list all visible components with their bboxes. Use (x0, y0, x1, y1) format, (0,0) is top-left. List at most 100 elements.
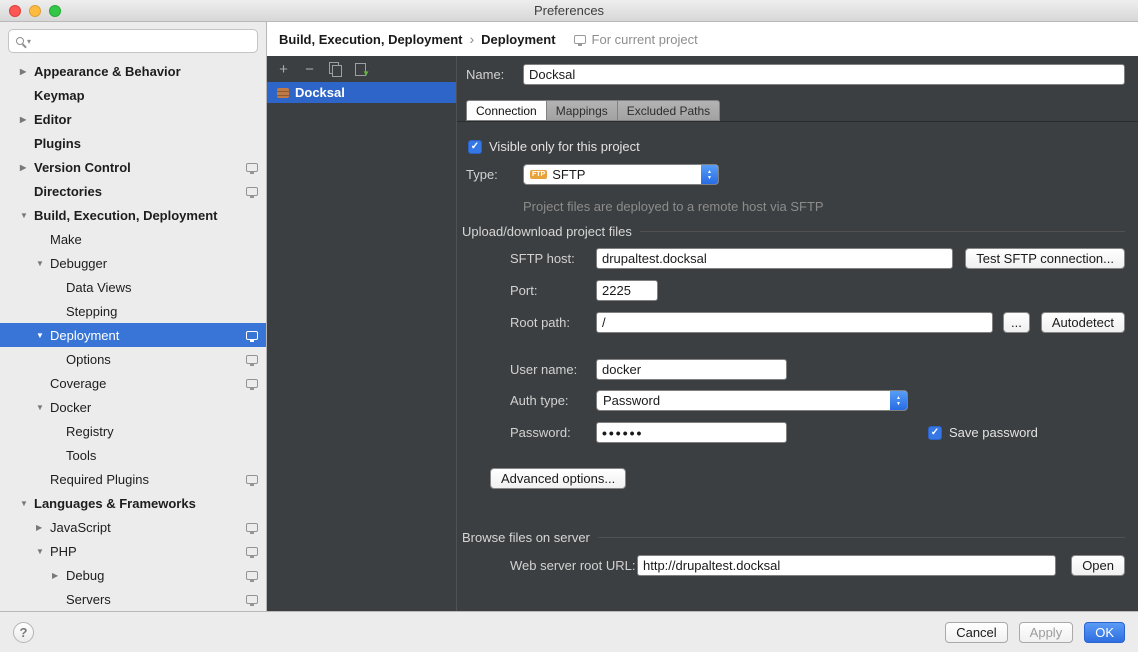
sidebar-item-label: PHP (50, 544, 77, 559)
sidebar-item-directories[interactable]: Directories (0, 179, 266, 203)
advanced-options-button[interactable]: Advanced options... (490, 468, 626, 489)
sidebar-item-keymap[interactable]: Keymap (0, 83, 266, 107)
sidebar-item-editor[interactable]: ▶Editor (0, 107, 266, 131)
preferences-window: Preferences ▾ ▶Appearance & BehaviorKeym… (0, 0, 1138, 652)
sidebar-item-docker[interactable]: ▼Docker (0, 395, 266, 419)
autodetect-button[interactable]: Autodetect (1041, 312, 1125, 333)
sidebar-item-label: JavaScript (50, 520, 111, 535)
tab-excluded-paths[interactable]: Excluded Paths (617, 100, 720, 121)
help-button[interactable]: ? (13, 622, 34, 643)
port-input[interactable] (596, 280, 658, 301)
port-label: Port: (510, 283, 596, 298)
chevron-right-icon[interactable]: ▶ (52, 571, 66, 580)
current-project-icon (246, 331, 258, 340)
chevron-down-icon[interactable]: ▼ (36, 403, 50, 412)
footer-buttons: Cancel Apply OK (945, 622, 1125, 643)
upload-section-header: Upload/download project files (462, 222, 1125, 240)
sidebar-item-build-execution-deployment[interactable]: ▼Build, Execution, Deployment (0, 203, 266, 227)
add-icon[interactable]: + (277, 62, 290, 77)
sidebar-item-label: Keymap (34, 88, 85, 103)
web-root-input[interactable] (637, 555, 1056, 576)
sidebar-item-version-control[interactable]: ▶Version Control (0, 155, 266, 179)
remove-icon[interactable]: − (303, 62, 316, 77)
search-input[interactable] (34, 34, 250, 49)
deployment-server-icon (277, 88, 289, 98)
chevron-right-icon[interactable]: ▶ (20, 67, 34, 76)
combo-arrows-icon: ▲▼ (701, 164, 718, 185)
ok-button[interactable]: OK (1084, 622, 1125, 643)
sidebar-item-label: Appearance & Behavior (34, 64, 181, 79)
sidebar-item-servers[interactable]: Servers (0, 587, 266, 611)
user-name-input[interactable] (596, 359, 787, 380)
auth-type-label: Auth type: (510, 393, 596, 408)
sidebar-item-label: Directories (34, 184, 102, 199)
sftp-icon: FTP (530, 170, 547, 179)
sidebar-item-appearance-behavior[interactable]: ▶Appearance & Behavior (0, 59, 266, 83)
chevron-right-icon[interactable]: ▶ (20, 163, 34, 172)
sidebar-item-options[interactable]: Options (0, 347, 266, 371)
browse-root-path-button[interactable]: ... (1003, 312, 1030, 333)
window-title: Preferences (534, 3, 604, 18)
sidebar-item-stepping[interactable]: Stepping (0, 299, 266, 323)
tab-mappings[interactable]: Mappings (546, 100, 618, 121)
open-url-button[interactable]: Open (1071, 555, 1125, 576)
deployment-config-panel: Name: ConnectionMappingsExcluded Paths ✓… (457, 56, 1138, 611)
sidebar-item-languages-frameworks[interactable]: ▼Languages & Frameworks (0, 491, 266, 515)
sidebar-item-registry[interactable]: Registry (0, 419, 266, 443)
chevron-right-icon[interactable]: ▶ (36, 523, 50, 532)
cancel-button[interactable]: Cancel (945, 622, 1007, 643)
current-project-icon (246, 595, 258, 604)
chevron-right-icon[interactable]: ▶ (20, 115, 34, 124)
sidebar-item-required-plugins[interactable]: Required Plugins (0, 467, 266, 491)
titlebar: Preferences (0, 0, 1138, 22)
apply-button[interactable]: Apply (1019, 622, 1074, 643)
sidebar-item-label: Required Plugins (50, 472, 149, 487)
sidebar-item-deployment[interactable]: ▼Deployment (0, 323, 266, 347)
current-project-icon (246, 523, 258, 532)
password-row: Password: ✓ Save password (510, 422, 1038, 443)
sftp-host-input[interactable] (596, 248, 953, 269)
sidebar-item-make[interactable]: Make (0, 227, 266, 251)
password-input[interactable] (596, 422, 787, 443)
settings-search-box[interactable]: ▾ (8, 29, 258, 53)
sidebar-item-debug[interactable]: ▶Debug (0, 563, 266, 587)
name-row: Name: (466, 64, 1125, 85)
chevron-down-icon[interactable]: ▼ (20, 499, 34, 508)
auth-type-select[interactable]: Password ▲▼ (596, 390, 908, 411)
name-input[interactable] (523, 64, 1125, 85)
user-name-label: User name: (510, 362, 596, 377)
sidebar-item-debugger[interactable]: ▼Debugger (0, 251, 266, 275)
chevron-down-icon[interactable]: ▼ (20, 211, 34, 220)
zoom-window-button[interactable] (49, 5, 61, 17)
sidebar-item-label: Data Views (66, 280, 132, 295)
close-window-button[interactable] (9, 5, 21, 17)
test-sftp-connection-button[interactable]: Test SFTP connection... (965, 248, 1125, 269)
save-password-checkbox[interactable]: ✓ (928, 426, 942, 440)
search-options-chevron-icon[interactable]: ▾ (27, 37, 31, 46)
sidebar-item-coverage[interactable]: Coverage (0, 371, 266, 395)
visible-project-checkbox[interactable]: ✓ (468, 140, 482, 154)
breadcrumb: Build, Execution, Deployment › Deploymen… (267, 22, 1138, 56)
chevron-down-icon[interactable]: ▼ (36, 259, 50, 268)
sidebar-item-data-views[interactable]: Data Views (0, 275, 266, 299)
root-path-input[interactable] (596, 312, 993, 333)
section-divider (640, 231, 1125, 232)
search-icon (16, 37, 24, 45)
type-select[interactable]: FTP SFTP ▲▼ (523, 164, 719, 185)
settings-tabs: ConnectionMappingsExcluded Paths (457, 100, 1138, 122)
sidebar-item-tools[interactable]: Tools (0, 443, 266, 467)
chevron-down-icon[interactable]: ▼ (36, 331, 50, 340)
breadcrumb-part-2: Deployment (481, 32, 555, 47)
sidebar-item-javascript[interactable]: ▶JavaScript (0, 515, 266, 539)
server-list-item-docksal[interactable]: Docksal (267, 82, 456, 103)
copy-icon[interactable] (329, 62, 342, 76)
combo-arrows-icon: ▲▼ (890, 390, 907, 411)
minimize-window-button[interactable] (29, 5, 41, 17)
sidebar-item-plugins[interactable]: Plugins (0, 131, 266, 155)
tab-connection[interactable]: Connection (466, 100, 547, 121)
advanced-options-row: Advanced options... (490, 468, 626, 489)
sidebar-item-label: Editor (34, 112, 72, 127)
sidebar-item-php[interactable]: ▼PHP (0, 539, 266, 563)
paste-icon[interactable] (355, 62, 368, 76)
chevron-down-icon[interactable]: ▼ (36, 547, 50, 556)
